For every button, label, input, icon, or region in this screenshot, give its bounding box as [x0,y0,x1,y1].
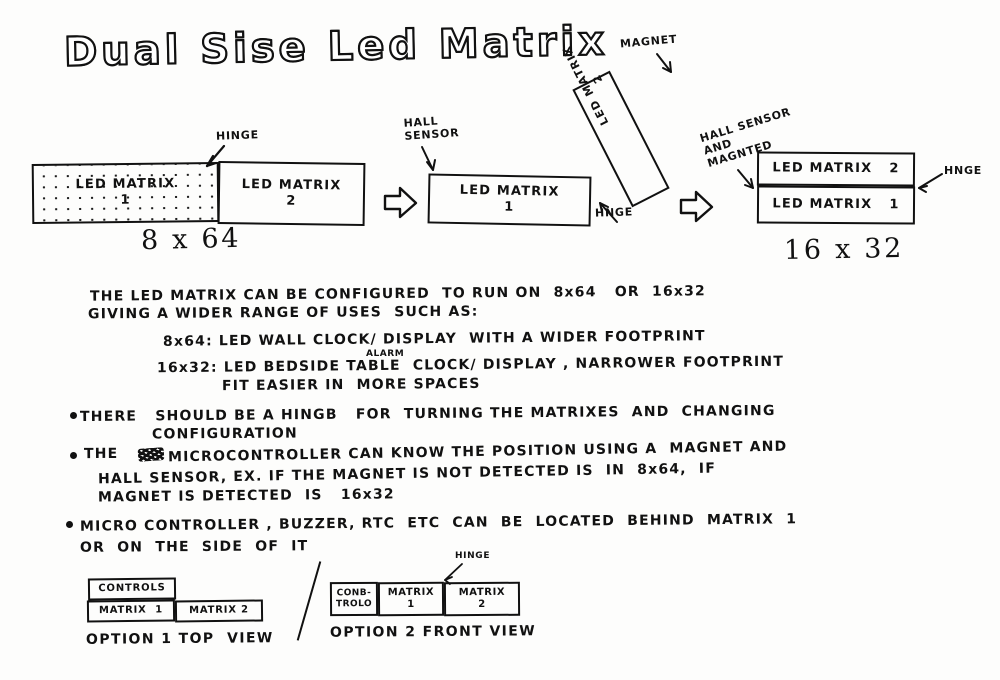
hinge-arrow-icon-option-2 [444,563,463,585]
matrix-1-label: MATRIX 1 [98,604,164,617]
matrix-1-box-option-2: MATRIX 1 [377,581,445,617]
hinge-label-2: HNGE [594,205,634,220]
led-matrix-2-label: LED MATRIX 2 [772,160,900,177]
controls-label: CONTROLS [98,582,166,595]
bullet-3-line-2: OR ON THE SIDE OF IT [79,538,309,556]
matrix-2-label: MATRIX 2 [189,604,249,617]
matrix-2-label: MATRIX 2 [458,586,506,611]
page-title: Dual Sise Led Matrix [62,17,609,77]
intro-line-1: THE LED MATRIX CAN BE CONFIGURED TO RUN … [89,283,706,305]
controls-box-option-2: CONB- TROLO [329,581,379,617]
led-matrix-2-label: LED MATRIX 2 [241,176,342,209]
bullet-1-line-1: THERE SHOULD BE A HINGB FOR TURNING THE … [79,402,776,426]
magnet-arrow-icon [656,53,672,73]
use-case-16x32-cont: FIT EASIER IN MORE SPACES [221,375,481,395]
use-case-16x32: 16x32: LED BEDSIDE TABLE CLOCK/ DISPLAY … [156,353,785,377]
matrix-2-box-option-2: MATRIX 2 [443,581,521,617]
hall-sensor-label: HALL SENSOR [403,114,460,143]
alarm-superscript: ALARM [366,349,405,359]
matrix-2-box-option-1: MATRIX 2 [174,599,264,623]
magnet-label: MAGNET [619,32,678,51]
scratched-out-word [137,447,165,462]
divider-slash [296,561,322,641]
led-matrix-1-panel: LED MATRIX 1 [31,162,220,224]
hall-sensor-arrow-icon [421,146,436,171]
matrix-1-label: MATRIX 1 [387,586,435,611]
use-case-8x64: 8x64: LED WALL CLOCK/ DISPLAY WITH A WID… [162,328,706,350]
dimension-caption-8x64: 8 x 64 [140,222,242,257]
bullet-2-line-3: MAGNET IS DETECTED IS 16x32 [97,486,395,506]
bullet-marker-3 [66,521,73,528]
bullet-3-line-1: MICRO CONTROLLER , BUZZER, RTC ETC CAN B… [79,511,798,535]
hinge-arrow-icon-3 [918,173,943,193]
sketch-page: Dual Sise Led Matrix HINGE LED MATRIX 1 … [0,0,1000,680]
transition-arrow-icon-1 [383,186,418,219]
option-1-caption: OPTION 1 TOP VIEW [85,630,274,648]
bullet-marker-2 [70,452,77,459]
led-matrix-2-panel-stacked: LED MATRIX 2 [756,151,916,187]
led-matrix-2-panel: LED MATRIX 2 [217,160,366,227]
matrix-1-box-option-1: MATRIX 1 [86,599,176,623]
transition-arrow-icon-2 [679,190,714,223]
hinge-label-option-2: HINGE [455,551,491,561]
bullet-marker-1 [70,412,77,419]
dimension-caption-16x32: 16 x 32 [783,232,905,267]
controls-box-option-1: CONTROLS [87,577,177,601]
led-matrix-1-panel-stacked: LED MATRIX 1 [756,185,916,225]
hinge-label: HINGE [215,128,260,143]
intro-line-2: GIVING A WIDER RANGE OF USES SUCH AS: [87,303,479,323]
led-matrix-1-label: LED MATRIX 1 [772,196,900,213]
bullet-2-line-1-pre: THE [83,445,119,463]
led-matrix-1-label: LED MATRIX 1 [75,176,176,209]
hinge-label-3: HNGE [944,164,983,177]
option-2-caption: OPTION 2 FRONT VIEW [329,623,537,641]
controls-label: CONB- TROLO [335,588,373,610]
led-matrix-1-panel-folding: LED MATRIX 1 [427,173,592,227]
led-matrix-1-label: LED MATRIX 1 [459,182,560,216]
bullet-1-line-2: CONFIGURATION [151,425,298,443]
